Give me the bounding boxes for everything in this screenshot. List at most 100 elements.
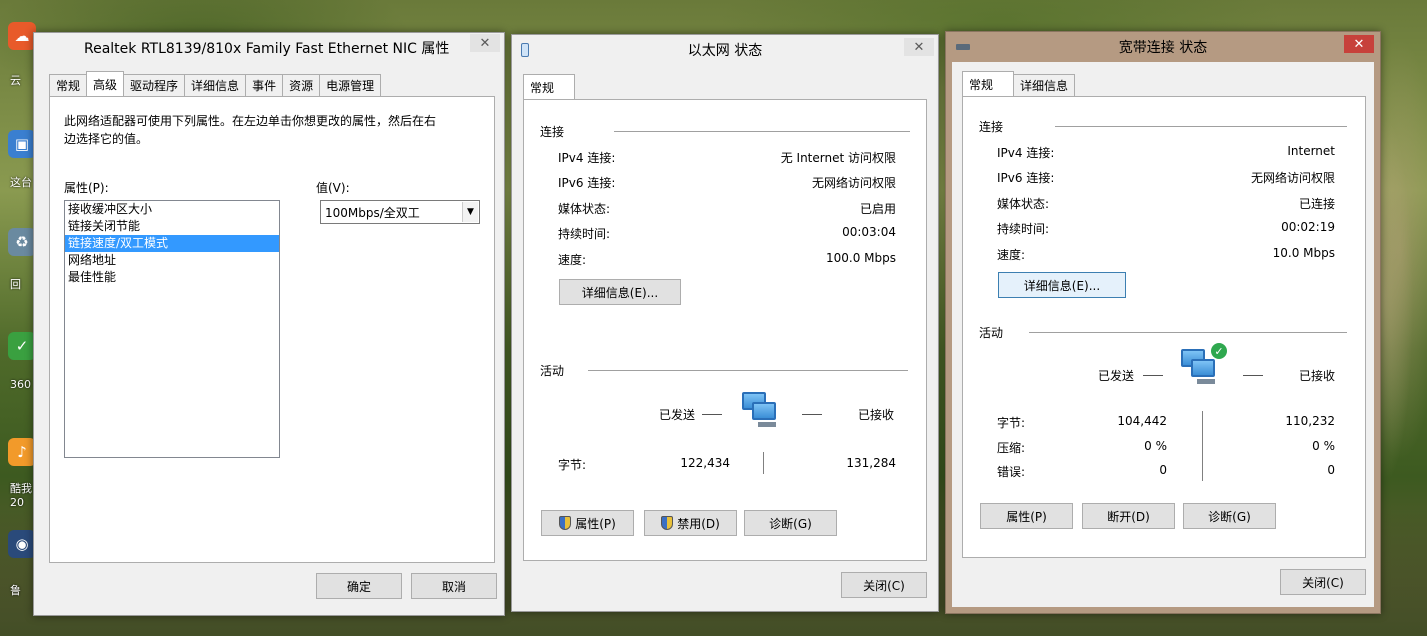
property-listbox[interactable]: 接收缓冲区大小 链接关闭节能 链接速度/双工模式 网络地址 最佳性能: [64, 200, 280, 458]
window-title: 以太网 状态: [687, 43, 763, 59]
tab-general[interactable]: 常规: [49, 74, 88, 96]
compression-sent-value: 0 %: [1144, 439, 1167, 453]
network-connected-icon: ✓: [1179, 343, 1227, 389]
tab-panel: 连接 IPv4 连接: 无 Internet 访问权限 IPv6 连接: 无网络…: [523, 99, 927, 561]
cancel-button[interactable]: 取消: [411, 573, 497, 599]
dash: [1143, 375, 1163, 376]
divider: [1055, 126, 1347, 127]
details-button[interactable]: 详细信息(E)...: [998, 272, 1126, 298]
received-label: 已接收: [857, 408, 894, 422]
activity-section-label: 活动: [540, 364, 565, 378]
ipv6-value: 无网络访问权限: [811, 176, 896, 190]
nic-properties-window: Realtek RTL8139/810x Family Fast Etherne…: [33, 32, 505, 616]
desktop-icon-cloud[interactable]: ☁: [8, 22, 36, 50]
list-item[interactable]: 接收缓冲区大小: [65, 201, 279, 218]
tab-driver[interactable]: 驱动程序: [123, 74, 186, 96]
media-state-value: 已启用: [859, 202, 896, 216]
duration-value: 00:02:19: [1281, 220, 1335, 234]
ipv4-value: 无 Internet 访问权限: [780, 151, 896, 165]
sent-label: 已发送: [1098, 369, 1135, 383]
desktop-icon-computer[interactable]: ▣: [8, 130, 36, 158]
desktop-icon-label: 酷我: [10, 482, 32, 495]
media-state-value: 已连接: [1298, 197, 1335, 211]
tab-general[interactable]: 常规: [523, 74, 575, 99]
bytes-label: 字节:: [558, 458, 587, 472]
divider: [763, 452, 764, 474]
desktop-icon-kuwo[interactable]: ♪: [8, 438, 36, 466]
ipv4-label: IPv4 连接:: [558, 151, 616, 165]
desktop-icon-label: 回: [10, 278, 21, 291]
duration-value: 00:03:04: [842, 225, 896, 239]
connection-section-label: 连接: [979, 120, 1004, 134]
diagnose-button[interactable]: 诊断(G): [1183, 503, 1276, 529]
list-item[interactable]: 链接关闭节能: [65, 218, 279, 235]
property-label: 属性(P):: [64, 181, 109, 195]
divider: [588, 370, 908, 371]
window-title: Realtek RTL8139/810x Family Fast Etherne…: [84, 41, 450, 57]
bytes-received-value: 131,284: [846, 456, 896, 470]
description-text: 此网络适配器可使用下列属性。在左边单击你想更改的属性，然后在右边选择它的值。: [64, 114, 437, 146]
ipv6-value: 无网络访问权限: [1250, 171, 1335, 185]
chevron-down-icon[interactable]: ▼: [462, 202, 478, 222]
media-state-label: 媒体状态:: [558, 202, 611, 216]
desktop-icon-label: 鲁: [10, 584, 21, 597]
ethernet-status-window: 以太网 状态 ✕ 常规 连接 IPv4 连接: 无 Internet 访问权限 …: [511, 34, 939, 612]
close-icon[interactable]: ✕: [1344, 35, 1374, 53]
tab-resources[interactable]: 资源: [282, 74, 321, 96]
ipv6-label: IPv6 连接:: [558, 176, 616, 190]
diagnose-button[interactable]: 诊断(G): [744, 510, 837, 536]
tab-panel: 此网络适配器可使用下列属性。在左边单击你想更改的属性，然后在右边选择它的值。 属…: [49, 96, 495, 563]
tab-general[interactable]: 常规: [962, 71, 1014, 96]
desktop-icon-label: 20: [10, 496, 24, 509]
dash: [1243, 375, 1263, 376]
received-label: 已接收: [1298, 369, 1335, 383]
compression-received-value: 0 %: [1312, 439, 1335, 453]
window-client-area: 常规 详细信息 连接 IPv4 连接: Internet IPv6 连接: 无网…: [952, 62, 1374, 607]
tab-bar: 常规 详细信息: [962, 71, 1076, 96]
close-button[interactable]: 关闭(C): [1280, 569, 1366, 595]
value-select-text: 100Mbps/全双工: [325, 205, 420, 220]
errors-label: 错误:: [997, 465, 1026, 479]
desktop-icon-360[interactable]: ✓: [8, 332, 36, 360]
divider: [1029, 332, 1347, 333]
disable-button[interactable]: 禁用(D): [644, 510, 737, 536]
speed-label: 速度:: [558, 253, 587, 267]
properties-button-label: 属性(P): [575, 516, 616, 531]
bytes-sent-value: 104,442: [1117, 414, 1167, 428]
tab-details[interactable]: 详细信息: [184, 74, 247, 96]
broadband-status-window: 宽带连接 状态 ✕ 常规 详细信息 连接 IPv4 连接: Internet I…: [945, 31, 1381, 614]
list-item[interactable]: 网络地址: [65, 252, 279, 269]
dash: [702, 414, 722, 415]
disconnect-button[interactable]: 断开(D): [1082, 503, 1175, 529]
list-item[interactable]: 最佳性能: [65, 269, 279, 286]
tab-bar: 常规: [523, 74, 575, 99]
divider: [1202, 411, 1203, 481]
duration-label: 持续时间:: [997, 222, 1050, 236]
close-button[interactable]: 关闭(C): [841, 572, 927, 598]
close-icon[interactable]: ✕: [470, 34, 500, 52]
disable-button-label: 禁用(D): [677, 516, 720, 531]
bytes-label: 字节:: [997, 416, 1026, 430]
tab-advanced[interactable]: 高级: [86, 71, 125, 96]
desktop-icon-recycle[interactable]: ♻: [8, 228, 36, 256]
details-button[interactable]: 详细信息(E)...: [559, 279, 681, 305]
tab-bar: 常规 高级 驱动程序 详细信息 事件 资源 电源管理: [49, 71, 382, 96]
properties-button[interactable]: 属性(P): [541, 510, 634, 536]
compression-label: 压缩:: [997, 441, 1026, 455]
speed-label: 速度:: [997, 248, 1026, 262]
window-title: 宽带连接 状态: [1118, 40, 1208, 56]
value-select[interactable]: 100Mbps/全双工 ▼: [320, 200, 480, 224]
tab-events[interactable]: 事件: [245, 74, 284, 96]
media-state-label: 媒体状态:: [997, 197, 1050, 211]
list-item-selected[interactable]: 链接速度/双工模式: [65, 235, 279, 252]
desktop-icon-app[interactable]: ◉: [8, 530, 36, 558]
properties-button[interactable]: 属性(P): [980, 503, 1073, 529]
tab-power[interactable]: 电源管理: [319, 74, 382, 96]
sent-label: 已发送: [659, 408, 696, 422]
close-icon[interactable]: ✕: [904, 38, 934, 56]
tab-panel: 连接 IPv4 连接: Internet IPv6 连接: 无网络访问权限 媒体…: [962, 96, 1366, 558]
desktop-icon-label: 360: [10, 378, 31, 391]
bytes-sent-value: 122,434: [680, 456, 730, 470]
tab-details[interactable]: 详细信息: [1013, 74, 1076, 96]
ok-button[interactable]: 确定: [316, 573, 402, 599]
